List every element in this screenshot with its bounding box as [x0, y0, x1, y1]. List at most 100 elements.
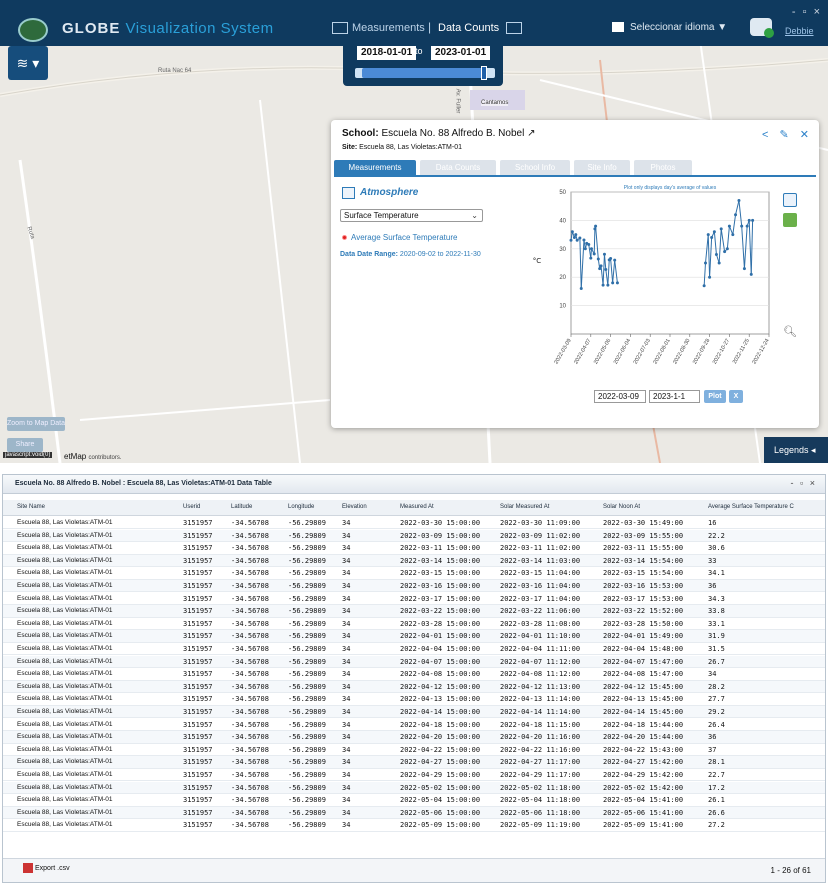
- table-row[interactable]: Escuela 88, Las Violetas:ATM-01 3151957 -3…: [3, 794, 825, 807]
- table-row[interactable]: Escuela 88, Las Violetas:ATM-01 3151957 -3…: [3, 769, 825, 782]
- series-toggle[interactable]: Average Surface Temperature: [342, 233, 457, 242]
- column-header[interactable]: Latitude: [231, 504, 252, 510]
- table-row[interactable]: Escuela 88, Las Violetas:ATM-01 3151957 -3…: [3, 643, 825, 656]
- table-row[interactable]: Escuela 88, Las Violetas:ATM-01 3151957 -3…: [3, 719, 825, 731]
- column-header[interactable]: Solar Measured At: [500, 504, 549, 510]
- column-header[interactable]: Site Name: [17, 504, 45, 510]
- column-header[interactable]: Measured At: [400, 504, 434, 510]
- table-cell: 2022-03-30 15:49:00: [603, 519, 684, 527]
- table-row[interactable]: Escuela 88, Las Violetas:ATM-01 3151957 -3…: [3, 693, 825, 706]
- tab-site-info[interactable]: Site Info: [574, 160, 630, 175]
- section-title: Atmosphere: [360, 187, 419, 198]
- table-row[interactable]: Escuela 88, Las Violetas:ATM-01 3151957 -3…: [3, 806, 825, 820]
- zoom-to-data-button[interactable]: Zoom to Map Data: [7, 417, 65, 431]
- table-cell: -56.29809: [288, 682, 326, 691]
- plot-end-date[interactable]: 2023-1-1: [649, 390, 700, 403]
- table-cell: -56.29809: [288, 708, 326, 716]
- edit-icon[interactable]: ✎: [780, 129, 789, 141]
- table-row[interactable]: Escuela 88, Las Violetas:ATM-01 3151957 -3…: [3, 618, 825, 631]
- share-icon[interactable]: <: [762, 129, 768, 141]
- date-range-slider[interactable]: [355, 66, 495, 80]
- table-row[interactable]: Escuela 88, Las Violetas:ATM-01 3151957 -3…: [3, 744, 825, 757]
- place-label: Cantamos: [481, 100, 509, 106]
- table-row[interactable]: Escuela 88, Las Violetas:ATM-01 3151957 -3…: [3, 680, 825, 694]
- table-row[interactable]: Escuela 88, Las Violetas:ATM-01 3151957 -3…: [3, 605, 825, 618]
- window-controls[interactable]: - ▫ ×: [792, 6, 822, 18]
- close-icon[interactable]: ✕: [800, 129, 809, 141]
- table-cell: 34: [342, 519, 351, 527]
- table-cell: 2022-05-04 15:41:00: [603, 796, 684, 805]
- table-row[interactable]: Escuela 88, Las Violetas:ATM-01 3151957 -3…: [3, 517, 825, 530]
- table-cell: 3151957: [183, 619, 213, 628]
- table-row[interactable]: Escuela 88, Las Violetas:ATM-01 3151957 -3…: [3, 706, 825, 719]
- layers-button[interactable]: ≋ ▾: [8, 46, 48, 80]
- table-body[interactable]: Escuela 88, Las Violetas:ATM-01 3151957 -3…: [3, 517, 825, 849]
- temperature-chart[interactable]: Plot only displays day's average of valu…: [525, 182, 773, 394]
- table-row[interactable]: Escuela 88, Las Violetas:ATM-01 3151957 -3…: [3, 567, 825, 580]
- table-cell: 2022-03-11 11:02:00: [500, 544, 581, 553]
- tab-measurements[interactable]: Measurements: [334, 160, 416, 175]
- column-header[interactable]: Average Surface Temperature C: [708, 504, 794, 510]
- user-link[interactable]: Debbie: [785, 26, 814, 36]
- date-to-label: to: [415, 46, 423, 56]
- data-point: [717, 261, 721, 265]
- zoom-icon[interactable]: 🔍︎: [783, 325, 797, 338]
- table-cell: 2022-03-28 15:00:00: [400, 619, 481, 628]
- nav-measurements[interactable]: Measurements: [332, 22, 425, 35]
- export-csv-button[interactable]: Export .csv: [23, 863, 70, 873]
- table-cell: -34.56708: [231, 771, 269, 779]
- table-cell: Escuela 88, Las Violetas:ATM-01: [17, 556, 113, 564]
- table-row[interactable]: Escuela 88, Las Violetas:ATM-01 3151957 -3…: [3, 819, 825, 832]
- table-row[interactable]: Escuela 88, Las Violetas:ATM-01 3151957 -3…: [3, 781, 825, 794]
- table-row[interactable]: Escuela 88, Las Violetas:ATM-01 3151957 -3…: [3, 580, 825, 593]
- start-date-input[interactable]: 2018-01-01: [357, 46, 417, 60]
- table-cell: -56.29809: [288, 771, 326, 779]
- globe-logo-icon[interactable]: [18, 18, 48, 42]
- table-cell: 2022-05-02 15:00:00: [400, 783, 481, 792]
- table-row[interactable]: Escuela 88, Las Violetas:ATM-01 3151957 -3…: [3, 731, 825, 744]
- tab-school-info[interactable]: School Info: [500, 160, 570, 175]
- column-header[interactable]: Elevation: [342, 504, 367, 510]
- table-cell: 30.6: [708, 544, 725, 553]
- share-map-button[interactable]: Share: [7, 438, 43, 452]
- tab-data-counts[interactable]: Data Counts: [420, 160, 496, 175]
- table-row[interactable]: Escuela 88, Las Violetas:ATM-01 3151957 -3…: [3, 542, 825, 555]
- table-row[interactable]: Escuela 88, Las Violetas:ATM-01 3151957 -3…: [3, 756, 825, 769]
- map-attribution[interactable]: etMap contributors.: [64, 452, 121, 461]
- column-header[interactable]: Longitude: [288, 504, 314, 510]
- end-date-input[interactable]: 2023-01-01: [431, 46, 491, 60]
- data-point: [708, 275, 712, 279]
- table-cell: 3151957: [183, 783, 213, 792]
- table-row[interactable]: Escuela 88, Las Violetas:ATM-01 3151957 -3…: [3, 554, 825, 568]
- slider-fill: [362, 68, 484, 78]
- table-cell: 34: [342, 708, 351, 716]
- slider-end-handle[interactable]: [480, 66, 487, 80]
- tab-photos[interactable]: Photos: [634, 160, 692, 175]
- table-row[interactable]: Escuela 88, Las Violetas:ATM-01 3151957 -3…: [3, 593, 825, 605]
- table-row[interactable]: Escuela 88, Las Violetas:ATM-01 3151957 -3…: [3, 630, 825, 643]
- table-view-icon[interactable]: [783, 193, 797, 207]
- table-cell: 34: [342, 733, 351, 742]
- table-row[interactable]: Escuela 88, Las Violetas:ATM-01 3151957 -3…: [3, 529, 825, 542]
- legends-button[interactable]: Legends ◂: [764, 437, 828, 463]
- nav-data-counts[interactable]: Data Counts: [438, 22, 526, 35]
- table-cell: 34: [342, 808, 351, 817]
- plot-start-date[interactable]: 2022-03-09: [594, 390, 646, 403]
- table-cell: 26.4: [708, 720, 725, 729]
- language-select[interactable]: Seleccionar idioma ▼: [612, 22, 727, 33]
- download-chart-icon[interactable]: [783, 213, 797, 227]
- external-link-icon[interactable]: ↗: [527, 128, 535, 139]
- online-badge-icon: [764, 28, 774, 38]
- data-point: [747, 218, 751, 222]
- plot-button[interactable]: Plot: [704, 390, 726, 403]
- table-cell: 2022-03-28 15:50:00: [603, 619, 684, 628]
- column-header[interactable]: Userid: [183, 504, 200, 510]
- table-row[interactable]: Escuela 88, Las Violetas:ATM-01 3151957 -3…: [3, 655, 825, 668]
- table-cell: 2022-04-07 11:12:00: [500, 657, 581, 666]
- table-title: Escuela No. 88 Alfredo B. Nobel : Escuel…: [15, 480, 272, 487]
- column-header[interactable]: Solar Noon At: [603, 504, 640, 510]
- table-window-controls[interactable]: - ▫ ×: [791, 478, 817, 488]
- protocol-select[interactable]: Surface Temperature ⌄: [340, 209, 483, 222]
- table-row[interactable]: Escuela 88, Las Violetas:ATM-01 3151957 -3…: [3, 668, 825, 681]
- clear-button[interactable]: X: [729, 390, 743, 403]
